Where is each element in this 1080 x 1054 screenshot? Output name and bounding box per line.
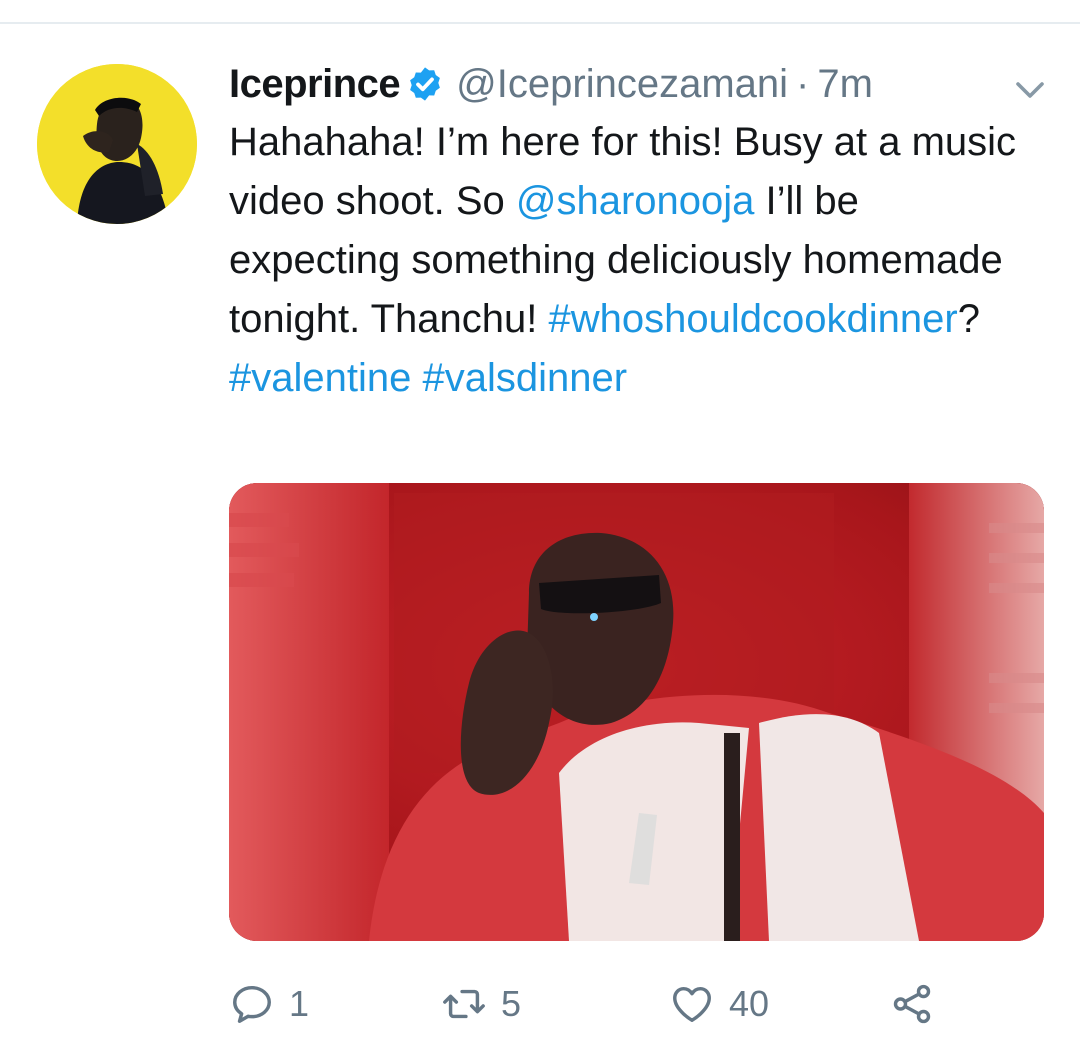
tweet-text-space bbox=[411, 356, 422, 400]
retweet-icon bbox=[443, 989, 485, 1019]
mention-link[interactable]: @sharonooja bbox=[516, 179, 755, 223]
hashtag-link[interactable]: #valentine bbox=[229, 356, 411, 400]
chevron-down-icon[interactable] bbox=[1012, 72, 1048, 108]
hashtag-link[interactable]: #valsdinner bbox=[423, 356, 628, 400]
share-button[interactable] bbox=[889, 978, 935, 1030]
verified-badge-icon bbox=[410, 67, 441, 101]
timestamp[interactable]: 7m bbox=[817, 62, 873, 107]
media-photo bbox=[229, 483, 1044, 941]
tweet-text-part: ? bbox=[957, 297, 980, 341]
reply-icon bbox=[233, 985, 271, 1023]
retweet-button[interactable]: 5 bbox=[441, 978, 521, 1030]
avatar-image bbox=[37, 64, 197, 224]
avatar[interactable] bbox=[37, 64, 197, 224]
separator-dot: · bbox=[796, 61, 810, 106]
like-button[interactable]: 40 bbox=[669, 978, 769, 1030]
share-icon bbox=[893, 984, 931, 1024]
like-icon bbox=[673, 986, 711, 1023]
display-name[interactable]: Iceprince bbox=[229, 62, 401, 107]
user-handle[interactable]: @Iceprincezamani bbox=[456, 62, 788, 107]
like-count: 40 bbox=[729, 983, 770, 1024]
tweet-media[interactable] bbox=[229, 483, 1044, 941]
retweet-count: 5 bbox=[501, 983, 522, 1024]
tweet-text: Hahahaha! I’m here for this! Busy at a m… bbox=[229, 113, 1029, 408]
tweet-actions: 1 5 40 bbox=[229, 978, 1044, 1030]
reply-count: 1 bbox=[289, 983, 310, 1024]
hashtag-link[interactable]: #whoshouldcookdinner bbox=[549, 297, 958, 341]
tweet-header: Iceprince @Iceprincezamani · 7m bbox=[229, 56, 1029, 112]
top-divider bbox=[0, 22, 1080, 24]
reply-button[interactable]: 1 bbox=[229, 978, 309, 1030]
